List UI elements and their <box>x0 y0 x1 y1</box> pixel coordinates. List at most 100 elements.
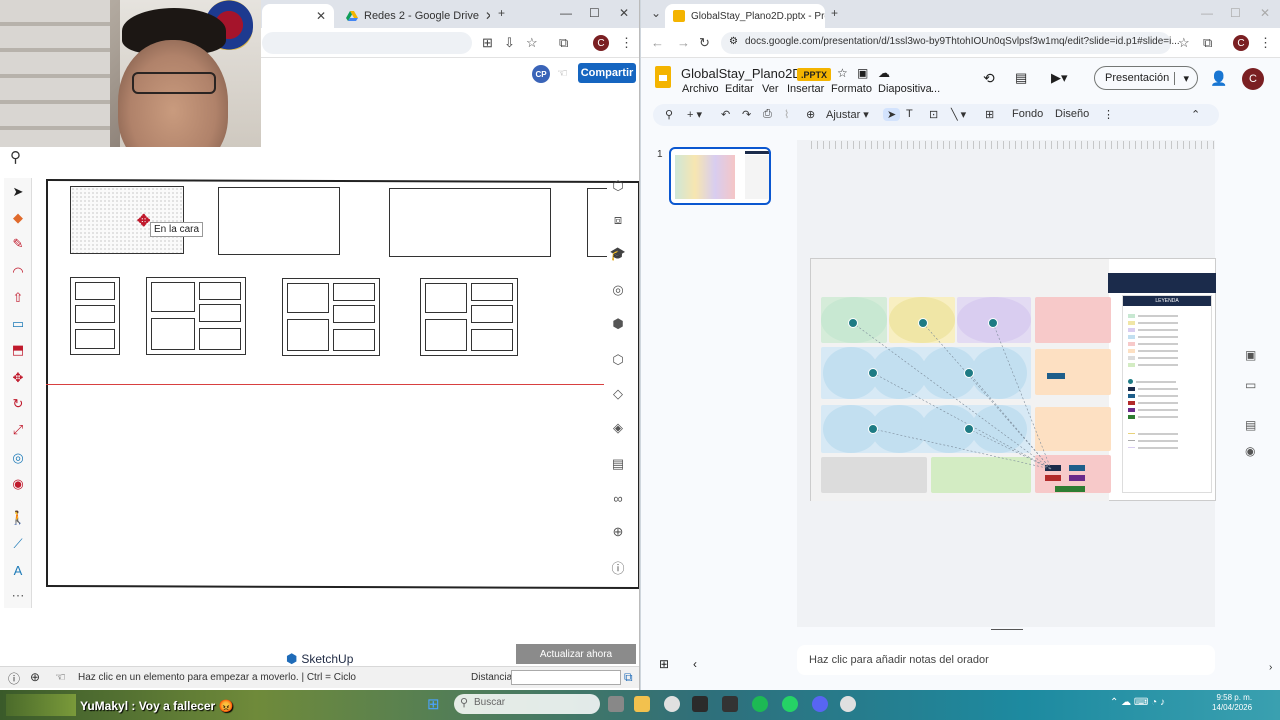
translate-icon[interactable]: ⊞ <box>482 35 493 51</box>
new-tab-icon[interactable]: + <box>498 6 505 20</box>
menu-diapositiva[interactable]: Diapositiva <box>878 83 932 95</box>
chrome-icon[interactable] <box>664 696 680 712</box>
hand-icon[interactable]: ☜ <box>557 66 568 80</box>
furniture-cell[interactable] <box>151 282 195 312</box>
back-icon[interactable]: ← <box>651 35 664 50</box>
share-button[interactable]: Compartir <box>578 63 636 83</box>
app-icon[interactable] <box>692 696 708 712</box>
furniture-block[interactable] <box>146 277 246 355</box>
access-point-icon[interactable] <box>868 424 878 434</box>
furniture-cell[interactable] <box>199 282 241 300</box>
paint-format-icon[interactable]: ⌇ <box>784 108 789 121</box>
furniture-cell[interactable] <box>75 329 115 349</box>
soften-edges-icon[interactable]: ◈ <box>610 420 626 436</box>
install-icon[interactable]: ⇩ <box>504 35 515 51</box>
menu-formato[interactable]: Formato <box>831 83 872 95</box>
styles-icon[interactable]: ⬢ <box>610 316 626 332</box>
meet-icon[interactable]: ▶▾ <box>1051 70 1068 86</box>
entity-info-icon[interactable]: ⬡ <box>610 178 626 194</box>
spotify-icon[interactable] <box>752 696 768 712</box>
menu-ver[interactable]: Ver <box>762 83 779 95</box>
notes-resize-handle[interactable] <box>991 629 1023 630</box>
offset-tool-icon[interactable]: ⬒ <box>10 342 26 358</box>
geo-icon[interactable]: ⊕ <box>30 670 40 684</box>
menu-editar[interactable]: Editar <box>725 83 754 95</box>
app-icon[interactable] <box>722 696 738 712</box>
search-icon[interactable]: ⚲ <box>10 148 21 166</box>
push-pull-tool-icon[interactable]: ⇧ <box>10 290 26 306</box>
help-icon[interactable]: ⓘ <box>8 670 20 687</box>
reload-icon[interactable]: ↻ <box>699 35 710 51</box>
comment-add-icon[interactable]: ⊞ <box>985 108 994 121</box>
pencil-tool-icon[interactable]: ✎ <box>10 236 26 252</box>
move-tool-icon[interactable]: ✥ <box>10 370 26 386</box>
distance-input[interactable] <box>511 670 621 685</box>
menu-kebab-icon[interactable]: ⋮ <box>620 35 633 51</box>
image-icon[interactable]: ⊡ <box>929 108 938 121</box>
select-pointer-icon[interactable]: ➤ <box>883 108 901 121</box>
url-text[interactable]: docs.google.com/presentation/d/1ssl3wo-b… <box>745 36 1180 47</box>
furniture-cell[interactable] <box>287 283 329 313</box>
furniture-cell[interactable] <box>333 329 375 351</box>
furniture-cell[interactable] <box>471 305 513 323</box>
access-point-icon[interactable] <box>964 368 974 378</box>
chrome-icon[interactable] <box>840 696 856 712</box>
bookmark-star-icon[interactable]: ☆ <box>526 35 538 51</box>
chevron-down-icon[interactable]: ▾ <box>1174 71 1197 85</box>
url-field[interactable] <box>262 32 472 54</box>
tab-search-icon[interactable]: ⌄ <box>651 6 661 20</box>
undo-icon[interactable]: ↶ <box>721 108 730 121</box>
line-icon[interactable]: ╲ ▾ <box>951 108 966 121</box>
more-tools-icon[interactable]: ⋯ <box>10 588 26 604</box>
room-rectangle[interactable] <box>389 188 551 257</box>
select-tool-icon[interactable]: ➤ <box>10 184 26 200</box>
3d-warehouse-icon[interactable]: ⬡ <box>610 352 626 368</box>
furniture-cell[interactable] <box>151 318 195 350</box>
design-button[interactable]: Diseño <box>1055 108 1089 120</box>
slides-logo-icon[interactable] <box>655 66 671 88</box>
redo-icon[interactable]: ↷ <box>742 108 751 121</box>
background-button[interactable]: Fondo <box>1012 108 1043 120</box>
walk-tool-icon[interactable]: 🚶 <box>10 510 26 526</box>
furniture-block[interactable] <box>420 278 518 356</box>
close-icon[interactable]: ✕ <box>310 9 326 23</box>
move-folder-icon[interactable]: ▣ <box>857 66 868 80</box>
keep-icon[interactable]: ▣ <box>1245 348 1263 378</box>
tab-slides[interactable]: GlobalStay_Plano2D.pptx - Pres ✕ <box>665 4 825 28</box>
tab-sketchup[interactable]: ✕ <box>262 4 334 28</box>
text-tool-icon[interactable]: A <box>10 562 26 578</box>
extensions-icon[interactable]: ⧉ <box>559 35 568 51</box>
furniture-cell[interactable] <box>333 305 375 323</box>
access-point-icon[interactable] <box>848 318 858 328</box>
taskbar-search[interactable]: ⚲ Buscar <box>454 694 600 714</box>
collaborator-avatar[interactable]: CP <box>532 65 550 83</box>
furniture-cell[interactable] <box>287 319 329 351</box>
print-icon[interactable]: ⎙ <box>763 108 772 121</box>
minimize-icon[interactable]: — <box>560 6 572 20</box>
tags-icon[interactable]: ◇ <box>610 386 626 402</box>
rectangle-tool-icon[interactable]: ▭ <box>10 316 26 332</box>
furniture-cell[interactable] <box>471 329 513 351</box>
tape-measure-tool-icon[interactable]: ◎ <box>10 450 26 466</box>
tab-google-drive[interactable]: Redes 2 - Google Drive ✕ <box>338 4 490 28</box>
geolocation-icon[interactable]: ⊕ <box>610 524 626 540</box>
slide-thumbnail[interactable] <box>669 147 771 205</box>
history-icon[interactable]: ⟲ <box>983 70 995 87</box>
present-button[interactable]: Presentación ▾ <box>1094 66 1198 90</box>
section-plane-tool-icon[interactable]: ⟋ <box>10 536 26 552</box>
tasks-icon[interactable]: ▭ <box>1245 378 1263 418</box>
forward-icon[interactable]: → <box>677 35 690 50</box>
furniture-cell[interactable] <box>333 283 375 301</box>
menu-insertar[interactable]: Insertar <box>787 83 824 95</box>
display-icon[interactable]: ∞ <box>610 490 626 506</box>
furniture-block[interactable] <box>282 278 380 356</box>
scale-tool-icon[interactable]: ⤢ <box>10 422 26 438</box>
access-point-icon[interactable] <box>918 318 928 328</box>
slide-legend[interactable]: LEYENDA <box>1122 295 1212 493</box>
url-field[interactable]: ⚙ docs.google.com/presentation/d/1ssl3wo… <box>721 32 1180 54</box>
star-icon[interactable]: ☆ <box>837 66 848 80</box>
close-window-icon[interactable]: ✕ <box>619 6 629 20</box>
maximize-icon[interactable]: ☐ <box>589 6 600 20</box>
selected-face[interactable] <box>70 186 184 254</box>
update-now-button[interactable]: Actualizar ahora <box>516 644 636 664</box>
